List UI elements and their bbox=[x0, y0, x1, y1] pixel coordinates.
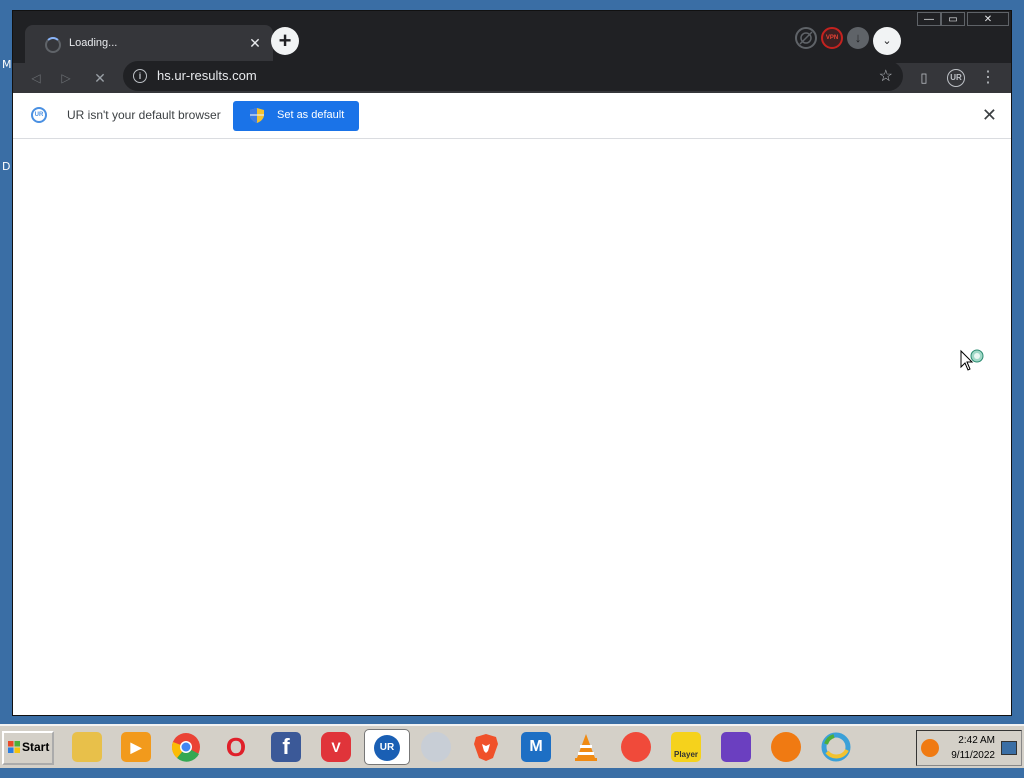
media-player-taskbar-icon[interactable]: ▶ bbox=[121, 732, 151, 762]
back-button[interactable]: ◁ bbox=[27, 69, 45, 87]
ur-browser-logo: UR bbox=[374, 735, 400, 761]
start-label: Start bbox=[22, 740, 50, 754]
bookmark-star-icon[interactable]: ☆ bbox=[879, 66, 893, 86]
facebook-taskbar-icon[interactable]: f bbox=[271, 732, 301, 762]
taskbar: Start ▶ O f V UR M Player 2:42 AM 9/11/2… bbox=[0, 724, 1024, 768]
infobar-close-icon[interactable]: ✕ bbox=[982, 105, 997, 126]
file-manager-taskbar-icon[interactable] bbox=[72, 732, 102, 762]
maxthon-taskbar-icon[interactable]: M bbox=[521, 732, 551, 762]
default-browser-infobar: UR UR isn't your default browser Set as … bbox=[13, 93, 1011, 139]
set-as-default-label: Set as default bbox=[277, 109, 345, 121]
set-as-default-button[interactable]: Set as default bbox=[233, 101, 359, 131]
download-extension-icon[interactable]: ↓ bbox=[847, 27, 869, 49]
tab-loading[interactable]: Loading... ✕ bbox=[25, 25, 273, 63]
desktop-label-d: D bbox=[2, 160, 11, 173]
visual-studio-taskbar-icon[interactable] bbox=[721, 732, 751, 762]
url-text[interactable]: hs.ur-results.com bbox=[157, 68, 257, 83]
brave-taskbar-icon[interactable] bbox=[471, 732, 501, 762]
start-button[interactable]: Start bbox=[2, 731, 54, 765]
tab-search-dropdown-button[interactable]: ⌄ bbox=[873, 27, 901, 55]
browser-toolbar: ◁ ▷ ✕ i hs.ur-results.com ☆ ▯ UR ⋮ bbox=[13, 61, 1011, 93]
tab-title: Loading... bbox=[69, 37, 118, 49]
address-bar[interactable]: i hs.ur-results.com ☆ bbox=[123, 61, 903, 91]
tab-close-icon[interactable]: ✕ bbox=[245, 33, 265, 53]
chrome-taskbar-icon[interactable] bbox=[171, 732, 201, 762]
infobar-message: UR isn't your default browser bbox=[67, 108, 221, 122]
loading-spinner-icon bbox=[45, 37, 61, 53]
title-bar: Loading... ✕ + VPN ↓ ⌄ — ▭ ✕ bbox=[13, 11, 1011, 63]
new-tab-button[interactable]: + bbox=[271, 27, 299, 55]
opera-taskbar-icon[interactable]: O bbox=[221, 732, 251, 762]
show-desktop-icon[interactable] bbox=[1001, 741, 1017, 755]
stop-loading-button[interactable]: ✕ bbox=[91, 69, 109, 87]
vpn-extension-icon[interactable]: VPN bbox=[821, 27, 843, 49]
ur-logo-icon: UR bbox=[31, 107, 47, 123]
close-window-button[interactable]: ✕ bbox=[967, 12, 1009, 26]
desktop-label-m: M bbox=[2, 58, 12, 71]
site-info-icon[interactable]: i bbox=[133, 69, 147, 83]
crossed-globe-extension-icon[interactable] bbox=[795, 27, 817, 49]
maximize-button[interactable]: ▭ bbox=[941, 12, 965, 26]
minimize-button[interactable]: — bbox=[917, 12, 941, 26]
profile-ur-icon[interactable]: UR bbox=[947, 69, 965, 87]
page-content-area[interactable] bbox=[13, 139, 1011, 715]
edge-legacy-taskbar-icon[interactable] bbox=[821, 732, 851, 762]
clock-date[interactable]: 9/11/2022 bbox=[951, 750, 995, 761]
avast-browser-taskbar-icon[interactable] bbox=[771, 732, 801, 762]
ur-browser-taskbar-icon[interactable]: UR bbox=[364, 729, 410, 765]
shield-icon bbox=[250, 108, 264, 123]
forward-button[interactable]: ▷ bbox=[57, 69, 75, 87]
avast-tray-icon[interactable] bbox=[921, 739, 939, 757]
gray-sphere-taskbar-icon[interactable] bbox=[421, 732, 451, 762]
gom-player-taskbar-icon[interactable] bbox=[621, 732, 651, 762]
vivaldi-taskbar-icon[interactable]: V bbox=[321, 732, 351, 762]
system-tray: 2:42 AM 9/11/2022 bbox=[916, 730, 1022, 766]
browser-window: Loading... ✕ + VPN ↓ ⌄ — ▭ ✕ ◁ ▷ ✕ i hs.… bbox=[12, 10, 1012, 716]
vlc-taskbar-icon[interactable] bbox=[571, 732, 601, 762]
windows-flag-icon bbox=[8, 741, 20, 753]
side-panel-icon[interactable]: ▯ bbox=[915, 69, 933, 87]
browser-menu-icon[interactable]: ⋮ bbox=[979, 69, 997, 87]
clock-time[interactable]: 2:42 AM bbox=[958, 735, 995, 746]
kmplayer-taskbar-icon[interactable]: Player bbox=[671, 732, 701, 762]
busy-cursor-icon bbox=[960, 349, 984, 371]
